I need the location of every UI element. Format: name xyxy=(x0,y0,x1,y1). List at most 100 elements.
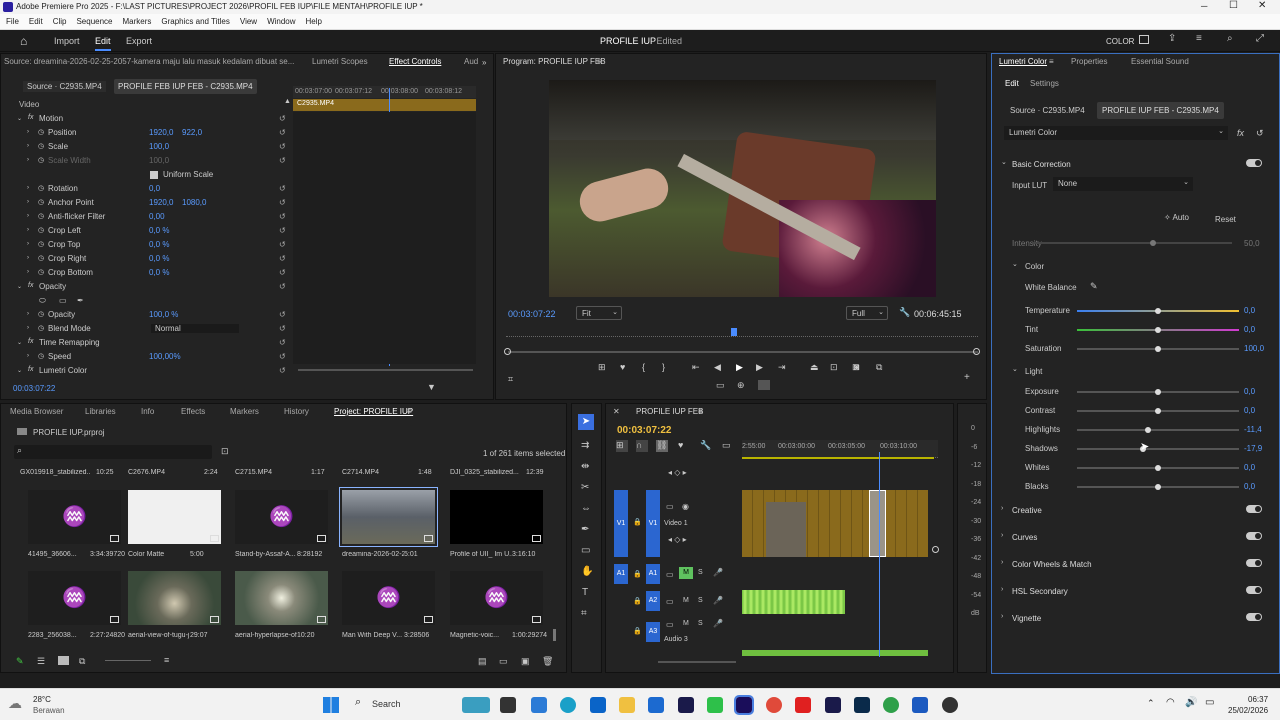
panel-icon[interactable] xyxy=(1139,35,1149,44)
export-tab[interactable]: Export xyxy=(126,36,152,46)
edit-tab[interactable]: Edit xyxy=(95,36,111,51)
expand-arrow-icon[interactable]: › xyxy=(27,325,29,331)
stopwatch-icon[interactable]: ◷ xyxy=(38,142,44,150)
taskbar-search[interactable]: Search xyxy=(372,699,401,709)
expand-arrow-icon[interactable]: › xyxy=(27,199,29,205)
slider-knob[interactable] xyxy=(1145,427,1151,433)
automate-icon[interactable]: ▤ xyxy=(478,656,487,667)
section-toggle[interactable] xyxy=(1246,586,1262,594)
slip-tool-icon[interactable]: ⇔ xyxy=(581,503,591,514)
expand-chevron-icon[interactable]: ⌄ xyxy=(17,115,22,122)
menu-markers[interactable]: Markers xyxy=(123,17,152,26)
go-to-out-icon[interactable]: ⇥ xyxy=(778,362,786,373)
edge-icon[interactable] xyxy=(560,697,576,713)
v1-source-patch[interactable]: V1 xyxy=(614,490,628,557)
stopwatch-icon[interactable]: ◷ xyxy=(38,310,44,318)
project-tab[interactable]: Project: PROFILE IUP xyxy=(334,404,413,420)
effect-timecode[interactable]: 00:03:07:22 xyxy=(13,384,55,393)
reset-param-icon[interactable]: ↺ xyxy=(279,226,286,235)
slider-track[interactable] xyxy=(1077,465,1239,471)
v1-eye-icon[interactable]: ◉ xyxy=(682,502,689,511)
effect-row-value[interactable]: 0,0 % xyxy=(149,240,169,249)
battery-icon[interactable]: ▭ xyxy=(1205,697,1214,708)
reset-param-icon[interactable]: ↺ xyxy=(279,338,286,347)
reset-param-icon[interactable]: ↺ xyxy=(279,128,286,137)
expand-chevron-icon[interactable]: ⌄ xyxy=(17,283,22,290)
freeform-view-icon[interactable]: ⧉ xyxy=(79,656,85,667)
effect-row-value[interactable]: 1920,0 xyxy=(149,198,173,207)
slider-value[interactable]: 100,0 xyxy=(1244,344,1264,353)
stopwatch-icon[interactable]: ◷ xyxy=(38,156,44,164)
effect-row-value[interactable]: 100,00% xyxy=(149,352,181,361)
weather-temp[interactable]: 28°C xyxy=(33,695,51,704)
add-marker-icon[interactable]: ♥ xyxy=(620,362,625,372)
clock-time[interactable]: 06:37 xyxy=(1248,695,1268,704)
vr-icon[interactable]: ⊕ xyxy=(737,380,745,391)
menu-sequence[interactable]: Sequence xyxy=(76,17,112,26)
reset-param-icon[interactable]: ↺ xyxy=(279,324,286,333)
keyframe-nav-icon[interactable]: ◂ ◇ ▸ xyxy=(668,468,687,477)
collapse-video-icon[interactable]: ▲ xyxy=(284,98,291,105)
effect-row-value[interactable]: 100,0 xyxy=(149,156,169,165)
slider-value[interactable]: 0,0 xyxy=(1244,325,1255,334)
source-clip-tab[interactable]: Source · C2935.MP4 xyxy=(23,81,106,92)
slider-knob[interactable] xyxy=(1155,465,1161,471)
weather-icon[interactable]: ☁ xyxy=(8,695,22,712)
libraries-tab[interactable]: Libraries xyxy=(85,404,116,420)
audio-tab[interactable]: Aud xyxy=(464,54,478,70)
v1-lock-icon[interactable]: 🔒 xyxy=(633,518,642,526)
icon-view-icon[interactable] xyxy=(58,656,69,665)
project-scrollbar[interactable] xyxy=(553,629,556,641)
essential-sound-tab[interactable]: Essential Sound xyxy=(1131,54,1189,70)
effects-tab[interactable]: Effects xyxy=(181,404,205,420)
reset-param-icon[interactable]: ↺ xyxy=(279,198,286,207)
basic-correction-toggle[interactable] xyxy=(1246,159,1262,167)
a1-sync-icon[interactable]: ▭ xyxy=(666,570,674,579)
reset-param-icon[interactable]: ↺ xyxy=(279,282,286,291)
store-icon[interactable] xyxy=(590,697,606,713)
program-playhead-marker[interactable] xyxy=(731,328,737,336)
stopwatch-icon[interactable]: ◷ xyxy=(38,254,44,262)
pen-icon[interactable]: ✎ xyxy=(16,656,24,667)
slider-knob[interactable] xyxy=(1155,308,1161,314)
scrub-right-handle[interactable] xyxy=(973,348,980,355)
reset-param-icon[interactable]: ↺ xyxy=(279,310,286,319)
section-header[interactable]: Curves xyxy=(1012,533,1037,542)
wrench-icon[interactable]: 🔧 xyxy=(899,307,910,318)
menu-clip[interactable]: Clip xyxy=(53,17,67,26)
media-thumbnail[interactable]: ♒ xyxy=(28,490,121,544)
intensity-knob[interactable] xyxy=(1150,240,1156,246)
razor-tool-icon[interactable]: ✂ xyxy=(581,482,589,493)
wifi-icon[interactable]: ◠ xyxy=(1166,697,1175,708)
media-encoder-icon[interactable] xyxy=(825,697,841,713)
slider-track[interactable] xyxy=(1077,484,1239,490)
stopwatch-icon[interactable]: ◷ xyxy=(38,128,44,136)
davinci-icon[interactable] xyxy=(942,697,958,713)
basic-correction-chevron-icon[interactable]: ⌄ xyxy=(1001,158,1007,166)
premiere-icon[interactable] xyxy=(734,695,754,715)
effect-row-value[interactable]: 100,0 % xyxy=(149,310,178,319)
v1-keyframe-icon[interactable]: ◂ ◇ ▸ xyxy=(668,535,687,544)
uniform-scale-checkbox[interactable] xyxy=(150,171,158,179)
stopwatch-icon[interactable]: ◷ xyxy=(38,212,44,220)
close-sequence-icon[interactable]: ✕ xyxy=(613,407,620,416)
expand-arrow-icon[interactable]: › xyxy=(27,353,29,359)
slider-knob[interactable] xyxy=(1155,389,1161,395)
menu-lines-icon[interactable]: ≡ xyxy=(1196,33,1202,44)
word-icon[interactable] xyxy=(912,697,928,713)
after-effects-icon[interactable] xyxy=(678,697,694,713)
home-icon[interactable]: ⌂ xyxy=(20,34,27,48)
stopwatch-icon[interactable]: ◷ xyxy=(38,240,44,248)
quality-dropdown[interactable]: Full ⌄ xyxy=(846,306,888,320)
clock-date[interactable]: 25/02/2026 xyxy=(1228,706,1268,715)
pen-mask-icon[interactable]: ✒ xyxy=(77,296,84,305)
stopwatch-icon[interactable]: ◷ xyxy=(38,226,44,234)
chrome-icon[interactable] xyxy=(766,697,782,713)
effect-row-value[interactable]: 1920,0 xyxy=(149,128,173,137)
section-expand-icon[interactable]: › xyxy=(1001,586,1003,593)
reset-param-icon[interactable]: ↺ xyxy=(279,366,286,375)
timeline-ruler[interactable]: 2:55:00 00:03:00:00 00:03:05:00 00:03:10… xyxy=(742,440,938,458)
camera-icon[interactable]: ◙ xyxy=(854,362,859,372)
search-icon[interactable]: ⌕ xyxy=(1227,33,1233,44)
a2-target[interactable]: A2 xyxy=(646,591,660,611)
